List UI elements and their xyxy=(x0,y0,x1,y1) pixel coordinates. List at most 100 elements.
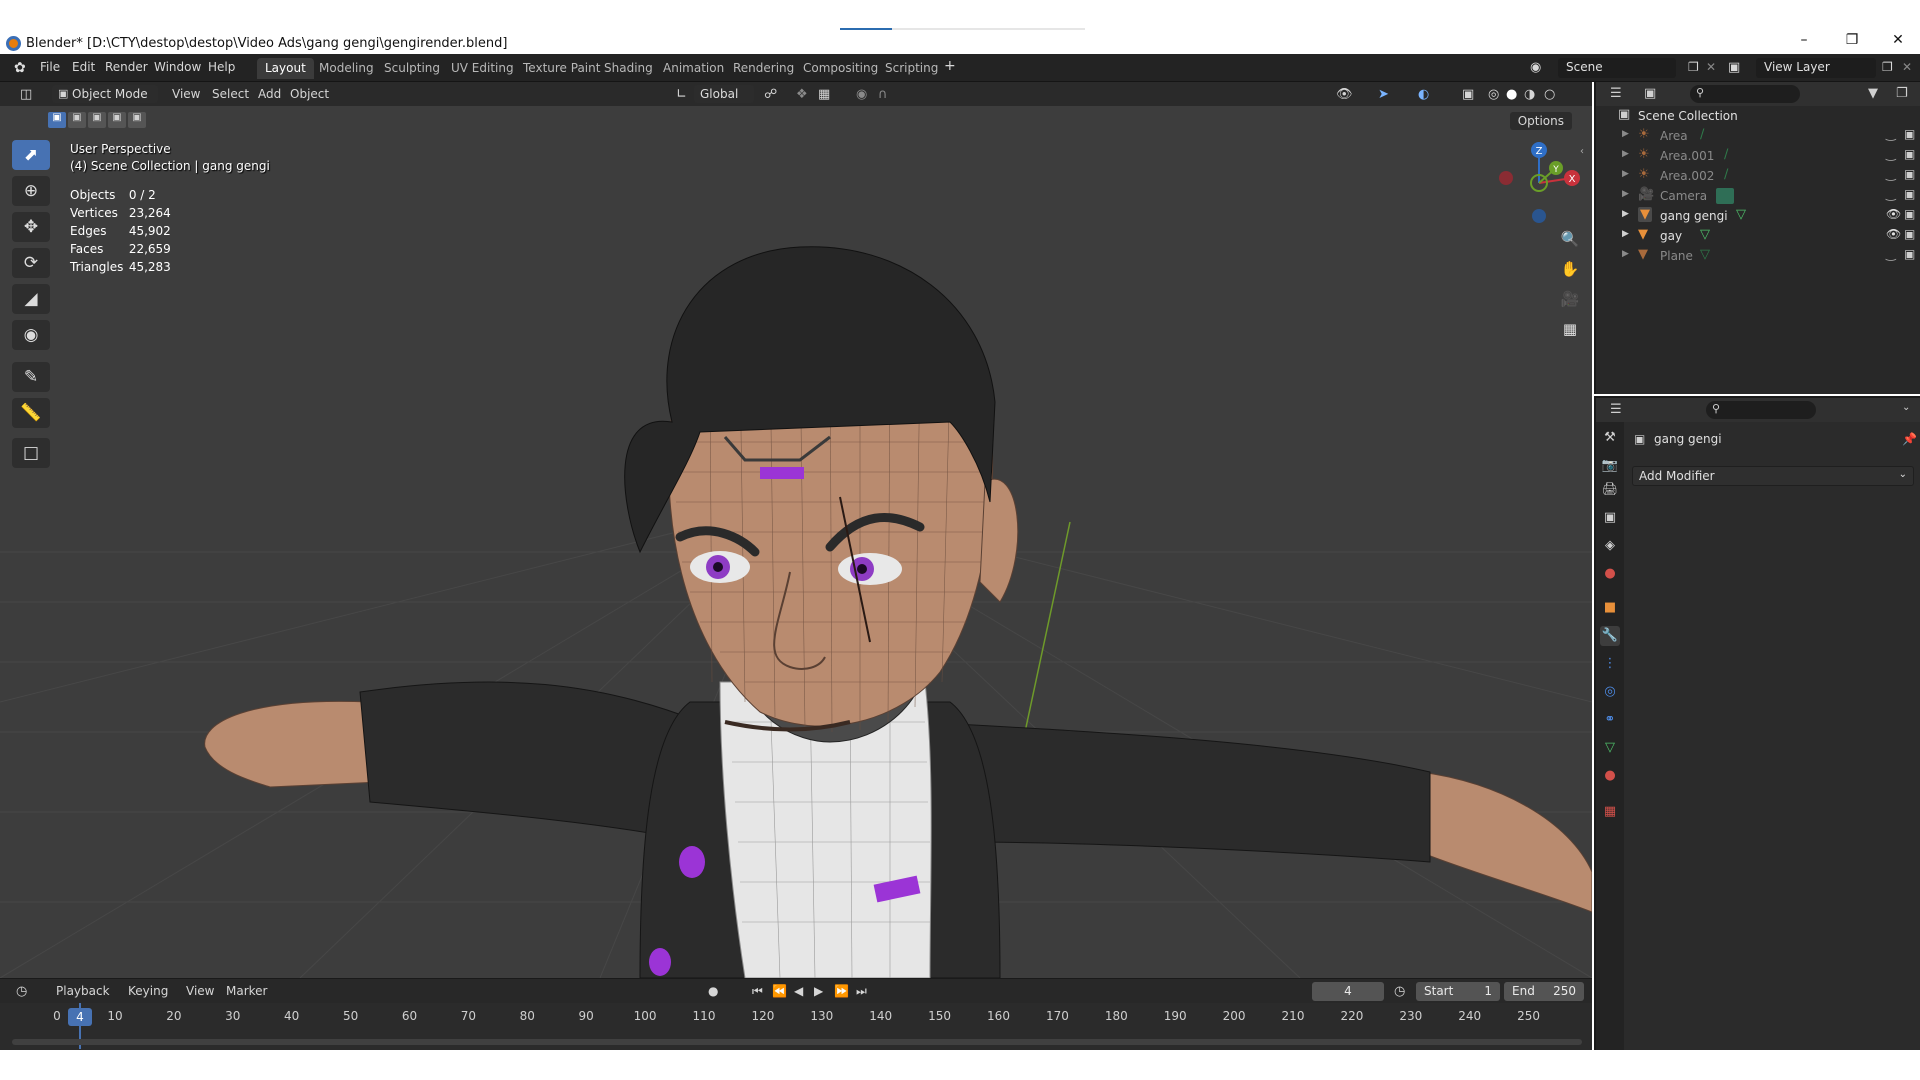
outliner-search-input[interactable]: ⚲ xyxy=(1690,85,1800,103)
scale-tool-icon[interactable]: ◢ xyxy=(12,284,50,314)
world-tab-icon[interactable]: ● xyxy=(1600,564,1620,584)
delete-scene-icon[interactable]: ✕ xyxy=(1706,60,1716,74)
viewport-menu-add[interactable]: Add xyxy=(258,87,281,101)
measure-tool-icon[interactable]: 📏 xyxy=(12,398,50,428)
xray-toggle-icon[interactable]: ▣ xyxy=(1462,87,1474,102)
expand-arrow-icon[interactable]: ▶ xyxy=(1622,229,1629,239)
scene-selector[interactable]: Scene xyxy=(1558,58,1676,78)
chevron-down-icon[interactable]: ⌄ xyxy=(1902,402,1910,413)
rotate-tool-icon[interactable]: ⟳ xyxy=(12,248,50,278)
outliner-item-plane[interactable]: ▶ ▼ Plane ▽ ‿ ▣ xyxy=(1596,246,1920,266)
wireframe-shading-icon[interactable]: ◎ xyxy=(1488,87,1499,102)
start-frame-field[interactable]: Start 1 xyxy=(1416,982,1500,1001)
gizmo-neg-z-axis[interactable] xyxy=(1532,209,1546,223)
timeline-menu-view[interactable]: View xyxy=(186,984,214,998)
expand-arrow-icon[interactable]: ▶ xyxy=(1622,189,1629,199)
constraints-tab-icon[interactable]: ⚭ xyxy=(1600,710,1620,730)
preview-range-icon[interactable]: ◷ xyxy=(1394,984,1405,999)
frame-ruler[interactable]: 0 10 20 30 40 50 60 70 80 90 100 110 120 130 140 150 160… xyxy=(0,1003,1592,1029)
solid-shading-icon[interactable]: ● xyxy=(1506,87,1517,102)
3d-viewport[interactable]: ◫ Object Mode ▣ View Select Add Object ∟… xyxy=(0,82,1592,978)
play-reverse-icon[interactable]: ◀ xyxy=(794,984,803,998)
visibility-eye-icon[interactable]: ‿ xyxy=(1886,127,1896,141)
render-camera-icon[interactable]: ▣ xyxy=(1904,127,1915,141)
properties-editor-type-icon[interactable]: ☰ xyxy=(1610,402,1622,417)
view-layer-icon[interactable]: ▣ xyxy=(1728,60,1740,75)
tool-tab-icon[interactable]: ⚒ xyxy=(1600,428,1620,448)
outliner-item-area-001[interactable]: ▶ ☀ Area.001 ∕ ‿ ▣ xyxy=(1596,146,1920,166)
select-extend-icon[interactable]: ▣ xyxy=(68,112,86,128)
select-box-tool-icon[interactable]: ⬈ xyxy=(12,140,50,170)
playhead[interactable]: 4 xyxy=(68,1008,92,1026)
outliner-editor-type-icon[interactable]: ☰ xyxy=(1610,86,1622,101)
render-camera-icon[interactable]: ▣ xyxy=(1904,187,1915,201)
expand-arrow-icon[interactable]: ▶ xyxy=(1622,149,1629,159)
material-shading-icon[interactable]: ◑ xyxy=(1524,87,1535,102)
options-dropdown[interactable]: Options xyxy=(1509,112,1572,130)
physics-tab-icon[interactable]: ◎ xyxy=(1600,682,1620,702)
overlays-toggle-icon[interactable]: ◐ xyxy=(1418,87,1429,102)
outliner-item-gang-gengi[interactable]: ▶ ▼ gang gengi ▽ 👁 ▣ xyxy=(1596,206,1920,226)
outliner-item-camera[interactable]: ▶ 🎥 Camera ‿ ▣ xyxy=(1596,186,1920,206)
render-camera-icon[interactable]: ▣ xyxy=(1904,147,1915,161)
viewport-menu-view[interactable]: View xyxy=(172,87,200,101)
tab-sculpting[interactable]: Sculpting xyxy=(376,58,448,79)
scene-type-icon[interactable]: ◉ xyxy=(1530,60,1541,75)
visibility-icon[interactable]: 👁 xyxy=(1336,87,1353,102)
outliner-item-area-002[interactable]: ▶ ☀ Area.002 ∕ ‿ ▣ xyxy=(1596,166,1920,186)
expand-arrow-icon[interactable]: ▶ xyxy=(1622,129,1629,139)
render-camera-icon[interactable]: ▣ xyxy=(1904,227,1915,241)
timeline-menu-marker[interactable]: Marker xyxy=(226,984,267,998)
pan-hand-icon[interactable]: ✋ xyxy=(1557,256,1583,282)
snap-icon[interactable]: ❖ xyxy=(796,87,808,102)
rendered-shading-icon[interactable]: ○ xyxy=(1544,87,1555,102)
transform-tool-icon[interactable]: ◉ xyxy=(12,320,50,350)
record-keyframe-icon[interactable]: ● xyxy=(708,984,718,998)
tab-layout[interactable]: Layout xyxy=(257,58,314,79)
close-icon[interactable]: ✕ xyxy=(1886,30,1910,50)
menu-render[interactable]: Render xyxy=(105,60,148,74)
tab-animation[interactable]: Animation xyxy=(655,58,732,79)
viewport-menu-select[interactable]: Select xyxy=(212,87,249,101)
visibility-eye-icon[interactable]: ‿ xyxy=(1886,247,1896,261)
add-workspace-button[interactable]: + xyxy=(944,58,956,74)
jump-next-keyframe-icon[interactable]: ⏩ xyxy=(834,984,849,998)
menu-help[interactable]: Help xyxy=(208,60,235,74)
render-tab-icon[interactable]: 📷 xyxy=(1600,456,1620,476)
material-tab-icon[interactable]: ● xyxy=(1600,766,1620,786)
falloff-icon[interactable]: ∩ xyxy=(878,87,888,102)
modifier-tab-icon[interactable]: 🔧 xyxy=(1600,626,1620,646)
current-frame-field[interactable]: 4 xyxy=(1312,982,1384,1001)
timeline-scrollbar[interactable] xyxy=(12,1039,1582,1045)
proportional-editing-icon[interactable]: ◉ xyxy=(856,87,867,102)
render-camera-icon[interactable]: ▣ xyxy=(1904,247,1915,261)
sidebar-toggle-icon[interactable]: ‹ xyxy=(1580,146,1584,157)
minimize-icon[interactable]: – xyxy=(1792,30,1816,50)
outliner-item-area[interactable]: ▶ ☀ Area ∕ ‿ ▣ xyxy=(1596,126,1920,146)
texture-tab-icon[interactable]: ▦ xyxy=(1600,802,1620,822)
tab-shading[interactable]: Shading xyxy=(596,58,661,79)
new-view-layer-icon[interactable]: ❐ xyxy=(1882,60,1893,74)
tab-compositing[interactable]: Compositing xyxy=(795,58,886,79)
timeline-menu-keying[interactable]: Keying xyxy=(128,984,168,998)
pivot-point-icon[interactable]: ☍ xyxy=(764,87,777,102)
timeline-editor-type-icon[interactable]: ◷ xyxy=(16,984,27,999)
add-cube-tool-icon[interactable]: □ xyxy=(12,438,50,468)
visibility-eye-icon[interactable]: 👁 xyxy=(1886,207,1901,221)
tab-uv-editing[interactable]: UV Editing xyxy=(443,58,522,79)
tab-texture-paint[interactable]: Texture Paint xyxy=(515,58,608,79)
view-layer-tab-icon[interactable]: ▣ xyxy=(1600,508,1620,528)
jump-prev-keyframe-icon[interactable]: ⏪ xyxy=(772,984,787,998)
properties-search-input[interactable]: ⚲ xyxy=(1706,401,1816,419)
delete-view-layer-icon[interactable]: ✕ xyxy=(1902,60,1912,74)
select-invert-icon[interactable]: ▣ xyxy=(108,112,126,128)
display-mode-icon[interactable]: ▣ xyxy=(1644,86,1656,101)
filter-icon[interactable]: ▼ xyxy=(1868,86,1878,101)
output-tab-icon[interactable]: 🖨 xyxy=(1600,480,1620,500)
render-camera-icon[interactable]: ▣ xyxy=(1904,207,1915,221)
expand-arrow-icon[interactable]: ▶ xyxy=(1622,209,1629,219)
menu-window[interactable]: Window xyxy=(154,60,201,74)
navigation-gizmo[interactable]: Z X Y xyxy=(1494,138,1584,228)
menu-file[interactable]: File xyxy=(40,60,60,74)
blender-menu-icon[interactable]: ✿ xyxy=(14,60,26,76)
